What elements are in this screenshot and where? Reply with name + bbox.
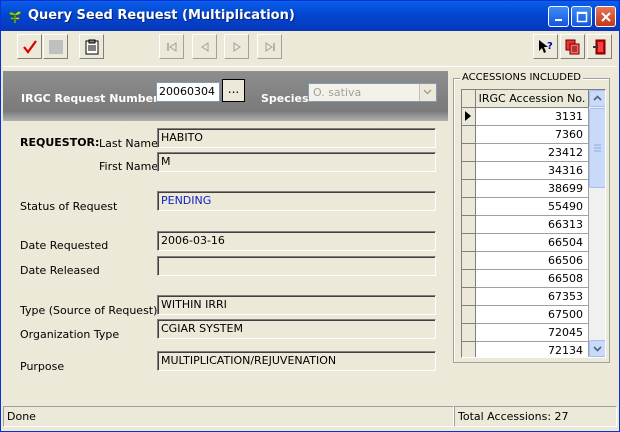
accession-cell[interactable]: 3131 [476, 108, 589, 126]
table-row[interactable]: 7360 [462, 126, 589, 144]
accession-cell[interactable]: 66508 [476, 270, 589, 288]
accessions-title: ACCESSIONS INCLUDED [460, 72, 583, 83]
accession-cell[interactable]: 72134 [476, 342, 589, 357]
row-selector[interactable] [462, 252, 476, 270]
table-row[interactable]: 72134 [462, 342, 589, 357]
scroll-up-button[interactable] [589, 90, 605, 107]
row-selector[interactable] [462, 234, 476, 252]
chevron-down-icon[interactable] [419, 84, 436, 101]
column-header-accession[interactable]: IRGC Accession No. [476, 90, 589, 108]
previous-record-button[interactable] [192, 34, 217, 59]
row-selector[interactable] [462, 198, 476, 216]
row-selector-header [462, 90, 476, 108]
request-type-label: Type (Source of Request) [20, 304, 158, 317]
blank-button[interactable] [43, 34, 68, 59]
date-released-label: Date Released [20, 264, 100, 277]
row-selector[interactable] [462, 144, 476, 162]
table-row[interactable]: 38699 [462, 180, 589, 198]
last-name-field[interactable]: HABITO [157, 128, 436, 148]
row-selector[interactable] [462, 162, 476, 180]
app-seedling-icon [7, 8, 23, 24]
row-selector[interactable] [462, 126, 476, 144]
accession-cell[interactable]: 67500 [476, 306, 589, 324]
vertical-scrollbar[interactable] [589, 90, 605, 357]
first-name-field[interactable]: M [157, 152, 436, 172]
toolbar: ? [3, 31, 617, 67]
table-row[interactable]: 3131 [462, 108, 589, 126]
organization-type-label: Organization Type [20, 328, 120, 341]
row-selector[interactable] [462, 288, 476, 306]
organization-type-field[interactable]: CGIAR SYSTEM [157, 319, 436, 339]
status-message: Done [3, 406, 454, 427]
last-name-label: Last Name [99, 137, 158, 150]
species-label: Species [261, 92, 309, 105]
exit-button[interactable] [587, 34, 612, 59]
accession-cell[interactable]: 34316 [476, 162, 589, 180]
close-button[interactable] [595, 6, 616, 27]
species-select[interactable]: O. sativa [308, 83, 437, 102]
help-button[interactable]: ? [533, 34, 558, 59]
date-released-field[interactable] [157, 256, 436, 276]
accession-cell[interactable]: 55490 [476, 198, 589, 216]
accession-cell[interactable]: 66506 [476, 252, 589, 270]
first-name-label: First Name [99, 160, 159, 173]
row-selector[interactable] [462, 216, 476, 234]
table-row[interactable]: 66313 [462, 216, 589, 234]
scroll-down-button[interactable] [589, 340, 605, 357]
status-bar: Done Total Accessions: 27 [3, 406, 617, 428]
table-row[interactable]: 66504 [462, 234, 589, 252]
row-selector[interactable] [462, 324, 476, 342]
accession-cell[interactable]: 72045 [476, 324, 589, 342]
table-row[interactable]: 66508 [462, 270, 589, 288]
clipboard-button[interactable] [79, 34, 104, 59]
query-seed-request-window: Query Seed Request (Multiplication) ? IR… [0, 0, 620, 432]
table-row[interactable]: 66506 [462, 252, 589, 270]
scroll-thumb[interactable] [589, 108, 605, 188]
table-row[interactable]: 34316 [462, 162, 589, 180]
last-record-button[interactable] [257, 34, 282, 59]
title-bar[interactable]: Query Seed Request (Multiplication) [1, 1, 619, 31]
row-selector[interactable] [462, 270, 476, 288]
next-record-button[interactable] [224, 34, 249, 59]
row-selector[interactable] [462, 306, 476, 324]
table-row[interactable]: 67353 [462, 288, 589, 306]
svg-text:?: ? [547, 41, 553, 52]
table-row[interactable]: 67500 [462, 306, 589, 324]
requestor-label: REQUESTOR: [20, 136, 100, 149]
purpose-label: Purpose [20, 360, 65, 373]
accession-cell[interactable]: 38699 [476, 180, 589, 198]
request-number-input[interactable]: 20060304 [156, 82, 220, 102]
grid-header-row: IRGC Accession No. [462, 90, 589, 108]
window-title: Query Seed Request (Multiplication) [28, 8, 295, 23]
copy-record-button[interactable] [560, 34, 585, 59]
purpose-field[interactable]: MULTIPLICATION/REJUVENATION [157, 351, 436, 371]
accession-cell[interactable]: 7360 [476, 126, 589, 144]
first-record-button[interactable] [159, 34, 184, 59]
accessions-grid[interactable]: IRGC Accession No. 3131 7360 23412 34316 386… [461, 89, 606, 358]
request-number-label: IRGC Request Number [21, 92, 159, 105]
row-selector[interactable] [462, 180, 476, 198]
current-row-pointer-icon[interactable] [462, 108, 476, 126]
request-type-field[interactable]: WITHIN IRRI [157, 295, 436, 315]
table-row[interactable]: 55490 [462, 198, 589, 216]
accession-cell[interactable]: 67353 [476, 288, 589, 306]
total-accessions: Total Accessions: 27 [454, 406, 617, 427]
maximize-button[interactable] [571, 6, 592, 27]
table-row[interactable]: 72045 [462, 324, 589, 342]
date-requested-field[interactable]: 2006-03-16 [157, 231, 436, 251]
accession-cell[interactable]: 66504 [476, 234, 589, 252]
browse-request-button[interactable]: ... [222, 79, 245, 102]
status-field[interactable]: PENDING [157, 191, 436, 211]
date-requested-label: Date Requested [20, 239, 109, 252]
status-label: Status of Request [20, 200, 118, 213]
accept-button[interactable] [17, 34, 42, 59]
accession-cell[interactable]: 23412 [476, 144, 589, 162]
species-value: O. sativa [313, 86, 362, 99]
accession-cell[interactable]: 66313 [476, 216, 589, 234]
row-selector[interactable] [462, 342, 476, 357]
minimize-button[interactable] [548, 6, 569, 27]
table-row[interactable]: 23412 [462, 144, 589, 162]
